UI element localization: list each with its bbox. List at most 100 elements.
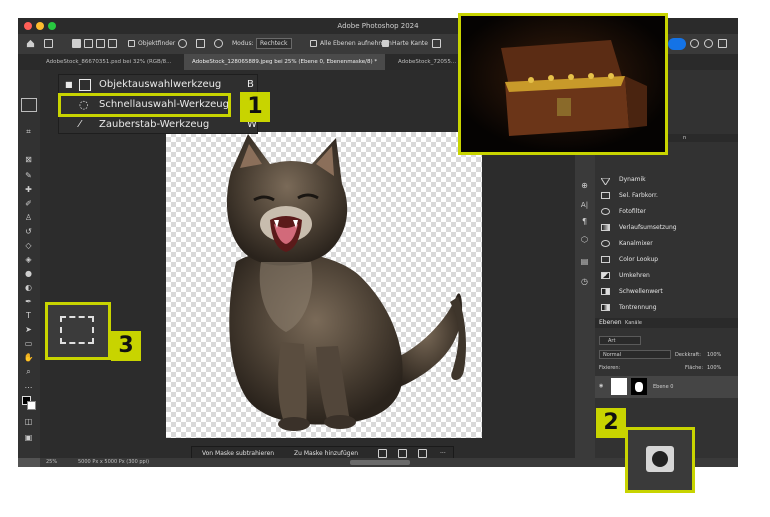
menu-item-magic-wand[interactable]: ⁄ Zauberstab-Werkzeug W [59,115,259,135]
color-lookup-icon [601,256,610,263]
help-icon[interactable] [704,39,713,48]
healing-brush-icon[interactable]: ✚ [23,184,34,195]
opacity-value[interactable]: 100% [707,352,721,358]
path-select-icon[interactable]: ➤ [23,324,34,335]
layer-name[interactable]: Ebene 0 [653,384,673,390]
menu-item-label: Zauberstab-Werkzeug [99,119,210,130]
new-selection-icon[interactable] [72,39,81,48]
mask-button-zoom [625,427,695,493]
opacity-label: Deckkraft: [675,352,701,358]
home-icon[interactable] [26,39,35,48]
eyedropper-icon[interactable]: ✎ [23,170,34,181]
frame-icon[interactable]: ⊠ [23,154,34,165]
document-size: 5000 Px x 5000 Px (300 ppi) [78,459,150,465]
type-icon[interactable]: T [23,310,34,321]
crop-icon[interactable]: ⌗ [23,126,34,137]
refine-mask-icon[interactable] [398,449,407,458]
share-button[interactable] [668,38,686,50]
fill-value[interactable]: 100% [707,365,721,371]
object-finder-checkbox[interactable] [128,40,135,47]
tab-document-1[interactable]: AdobeStock_86670351.psd bei 32% (RGB/8..… [38,54,179,70]
paragraph-dock-icon[interactable]: ¶ [579,216,590,227]
pen-icon[interactable]: ✒ [23,296,34,307]
blend-mode-value: Normal [603,352,622,358]
adjustments-header-fragment: n [683,135,687,141]
3d-dock-icon[interactable]: ⬡ [579,234,590,245]
tab-document-2[interactable]: AdobeStock_128065889.jpeg bei 25% (Ebene… [184,54,386,70]
layer-thumbnail [611,378,627,395]
add-to-mask-button[interactable]: Zu Maske hinzufügen [294,450,358,457]
subtract-selection-icon[interactable] [96,39,105,48]
workspace-icon[interactable] [718,39,727,48]
visibility-eye-icon[interactable]: ◉ [599,383,603,389]
add-mask-icon[interactable] [646,446,674,472]
adjustment-label: Sel. Farbkorr. [619,192,658,199]
invert-mask-icon[interactable] [378,449,387,458]
adjustment-item[interactable]: Schwellenwert [599,284,735,299]
blend-mode-select[interactable]: Normal [599,350,671,359]
adjustment-label: Umkehren [619,272,650,279]
refresh-icon[interactable] [178,39,187,48]
select-subject-icon[interactable] [432,39,441,48]
subtract-from-mask-button[interactable]: Von Maske subtrahieren [202,450,274,457]
hand-icon[interactable]: ✋ [23,352,34,363]
rectangle-icon[interactable]: ▭ [23,338,34,349]
object-select-tool-icon[interactable] [44,39,53,48]
mask-shape [635,382,643,392]
gradient-map-icon [601,224,610,231]
layer-row[interactable]: ◉ Ebene 0 [595,376,738,398]
more-tools-icon[interactable]: … [23,380,34,391]
current-tool-marker: ■ [65,80,73,89]
screen-mode-icon[interactable]: ▣ [23,432,34,443]
adjustments-dock-icon[interactable]: ⊕ [579,180,590,191]
more-options-button[interactable]: ··· [440,450,446,457]
hard-edge-label: Harte Kante [392,40,428,47]
paint-bucket-icon[interactable]: ◈ [23,254,34,265]
layer-mask-thumbnail[interactable] [631,378,647,395]
tab-channels[interactable]: Kanäle [625,320,642,326]
feather-mask-icon[interactable] [418,449,427,458]
tab-layers[interactable]: Ebenen [599,319,622,326]
gear-icon[interactable] [214,39,223,48]
adjustment-item[interactable]: Kanalmixer [599,236,735,251]
dodge-icon[interactable]: ◐ [23,282,34,293]
menu-item-object-select[interactable]: ■ Objektauswahlwerkzeug B [59,75,259,95]
adjustment-item[interactable]: Tontrennung [599,300,735,315]
adjustment-item[interactable]: Fotofilter [599,204,735,219]
zoom-window-icon[interactable] [48,22,56,30]
brush-icon[interactable]: ✐ [23,198,34,209]
zoom-icon[interactable]: ⌕ [23,366,34,377]
blur-icon[interactable]: ● [23,268,34,279]
treasure-chest-image [461,16,665,152]
search-icon[interactable] [690,39,699,48]
background-color-swatch[interactable] [27,401,36,410]
history-brush-icon[interactable]: ↺ [23,226,34,237]
hard-edge-checkbox[interactable] [382,40,389,47]
adjustment-item[interactable]: Verlaufsumsetzung [599,220,735,235]
zoom-level[interactable]: 25% [46,459,57,465]
document-canvas[interactable] [166,132,482,438]
history-dock-icon[interactable]: ◷ [579,276,590,287]
show-objects-icon[interactable] [196,39,205,48]
stamp-icon[interactable]: ♙ [23,212,34,223]
eraser-icon[interactable]: ◇ [23,240,34,251]
selection-tool-group[interactable] [21,98,37,112]
quick-mask-icon[interactable]: ◫ [23,416,34,427]
intersect-selection-icon[interactable] [108,39,117,48]
close-window-icon[interactable] [24,22,32,30]
adjustment-item[interactable]: Umkehren [599,268,735,283]
mode-select[interactable]: Rechteck [256,38,292,49]
tab-document-3[interactable]: AdobeStock_72055... [390,54,464,70]
minimize-window-icon[interactable] [36,22,44,30]
adjustment-item[interactable]: Dynamik [599,172,735,187]
adjustment-item[interactable]: Sel. Farbkorr. [599,188,735,203]
all-layers-checkbox[interactable] [310,40,317,47]
layer-filter-select[interactable]: Art [599,336,641,345]
add-selection-icon[interactable] [84,39,93,48]
mask-circle [652,451,668,467]
horizontal-scrollbar[interactable] [350,460,410,465]
character-dock-icon[interactable]: A| [579,200,590,211]
adjustment-item[interactable]: Color Lookup [599,252,735,267]
photo-filter-icon [601,208,610,215]
properties-dock-icon[interactable]: ▤ [579,256,590,267]
